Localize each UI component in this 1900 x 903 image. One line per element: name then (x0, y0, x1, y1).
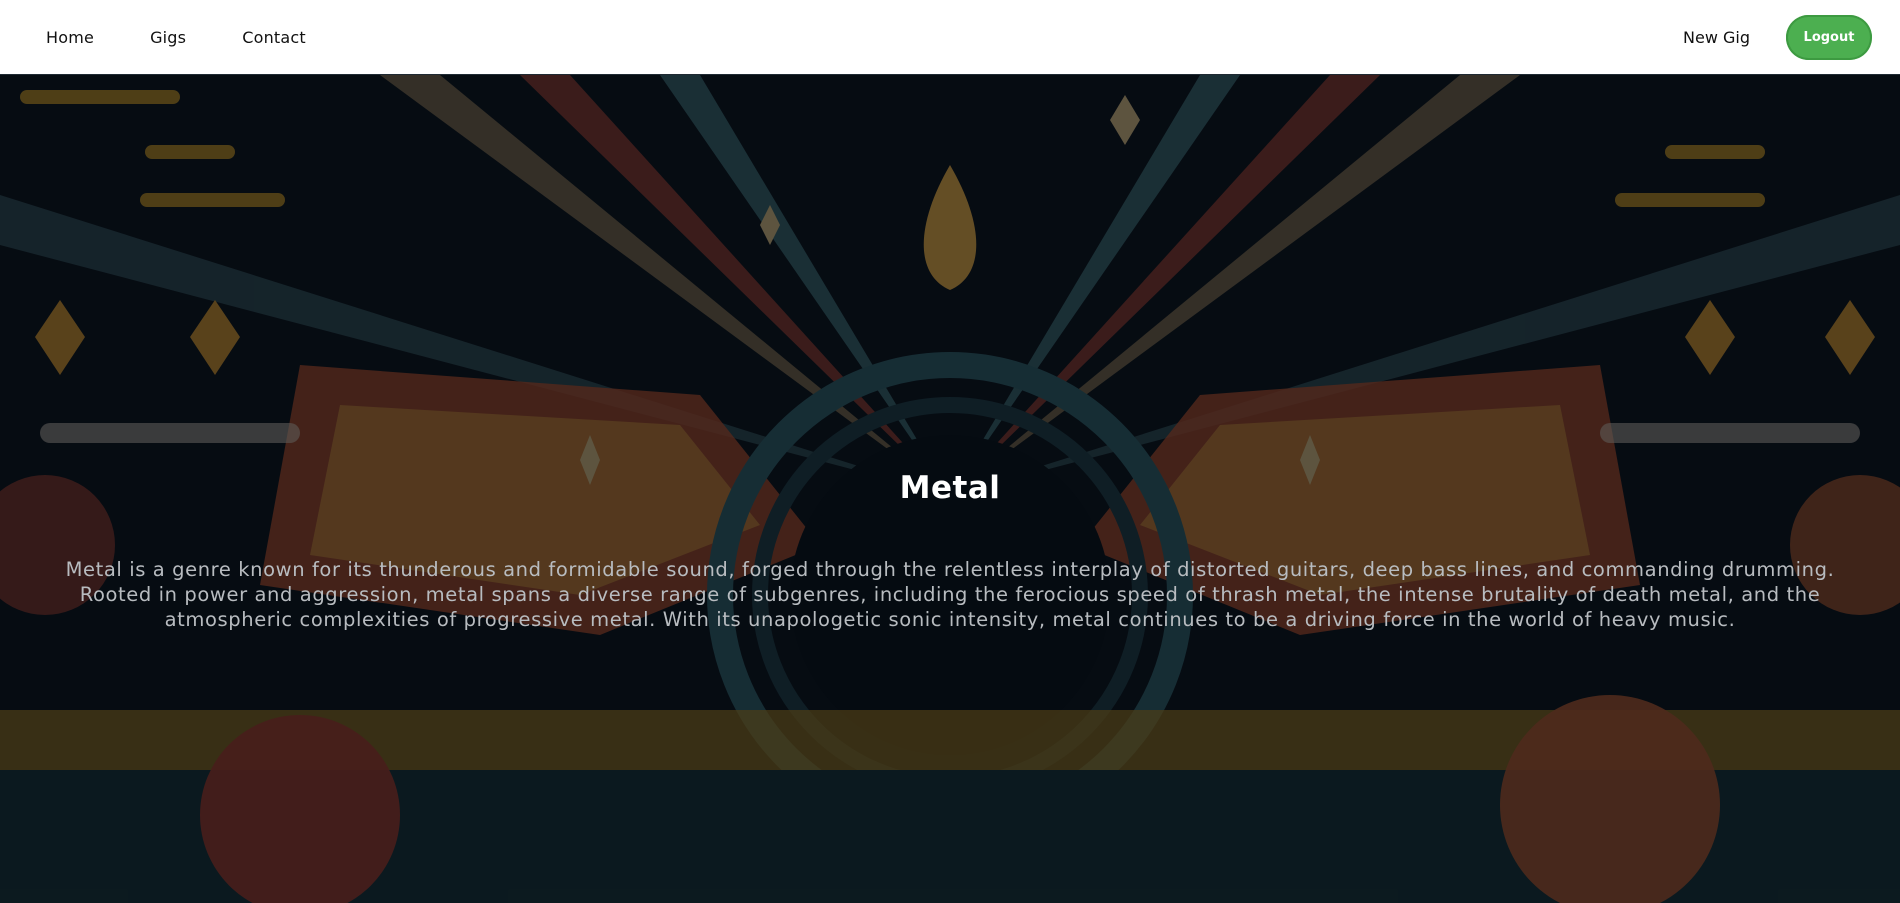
nav-link-contact[interactable]: Contact (242, 28, 306, 47)
genre-content: Metal Metal is a genre known for its thu… (0, 75, 1900, 903)
top-navbar: Home Gigs Contact New Gig Logout (0, 0, 1900, 75)
nav-actions: New Gig Logout (1683, 0, 1872, 74)
genre-description: Metal is a genre known for its thunderou… (65, 558, 1835, 631)
logout-button[interactable]: Logout (1786, 14, 1872, 60)
nav-link-gigs[interactable]: Gigs (150, 28, 186, 47)
new-gig-link[interactable]: New Gig (1683, 28, 1750, 47)
nav-link-home[interactable]: Home (46, 28, 94, 47)
genre-hero: Metal Metal is a genre known for its thu… (0, 75, 1900, 903)
nav-links: Home Gigs Contact (46, 0, 362, 74)
genre-title: Metal (899, 470, 1001, 506)
